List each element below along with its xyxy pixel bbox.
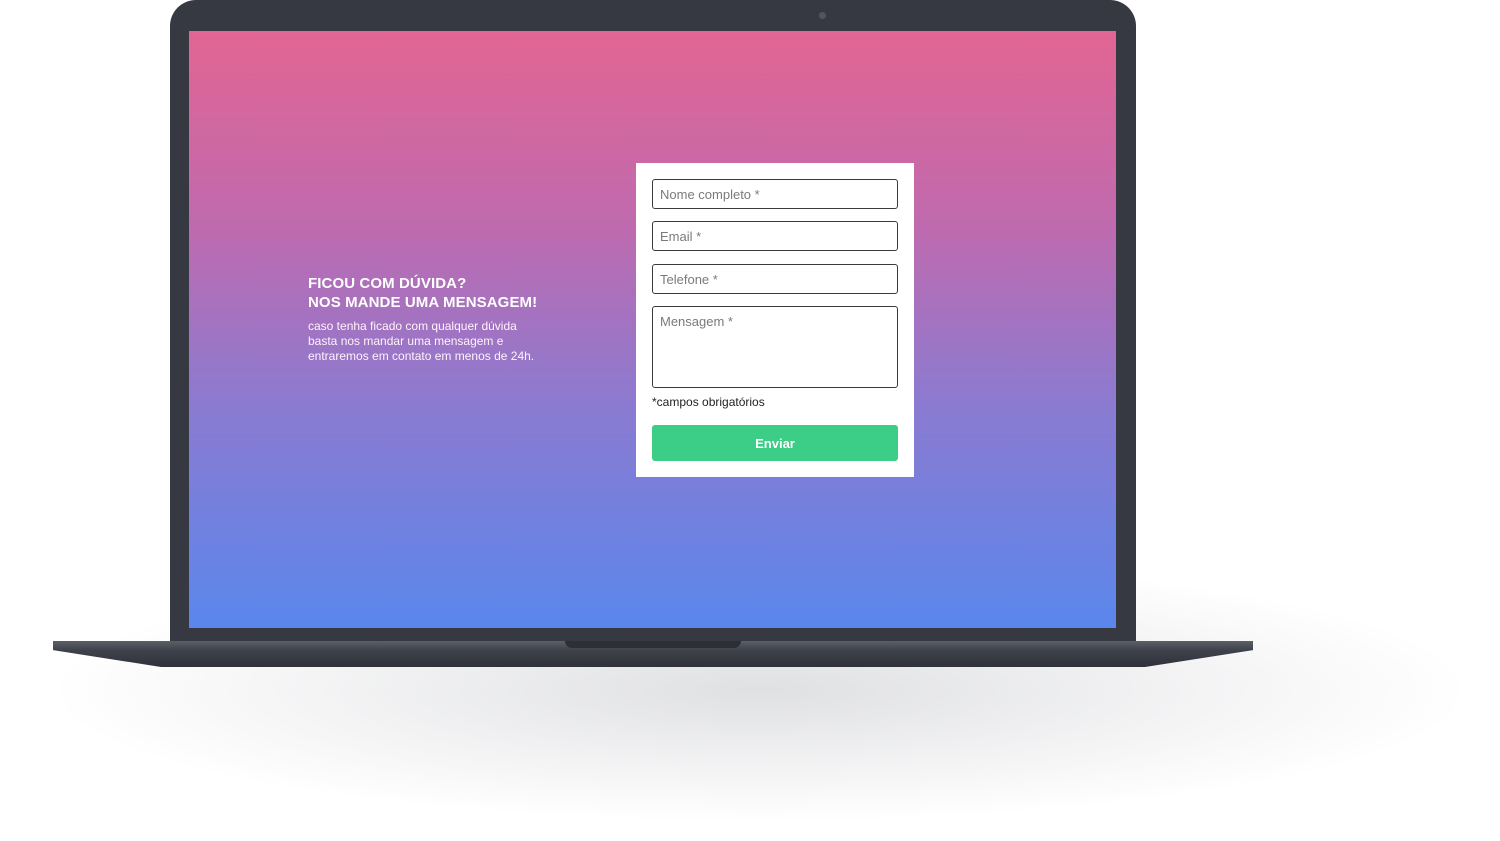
email-field[interactable] <box>652 221 898 251</box>
description-line-3: entraremos em contato em menos de 24h. <box>308 349 535 363</box>
headline-line-2: NOS MANDE UMA MENSAGEM! <box>308 294 538 311</box>
contact-intro: FICOU COM DÚVIDA? NOS MANDE UMA MENSAGEM… <box>308 274 568 364</box>
contact-description: caso tenha ficado com qualquer dúvida ba… <box>308 319 568 364</box>
phone-field[interactable] <box>652 264 898 294</box>
laptop-mockup-scene: FICOU COM DÚVIDA? NOS MANDE UMA MENSAGEM… <box>0 0 1500 841</box>
webcam-icon <box>819 12 826 19</box>
name-field[interactable] <box>652 179 898 209</box>
description-line-1: caso tenha ficado com qualquer dúvida <box>308 319 517 333</box>
laptop-screen: FICOU COM DÚVIDA? NOS MANDE UMA MENSAGEM… <box>189 31 1116 628</box>
contact-form: *campos obrigatórios Enviar <box>636 163 914 477</box>
required-fields-note: *campos obrigatórios <box>652 395 765 409</box>
message-field[interactable] <box>652 306 898 388</box>
contact-headline: FICOU COM DÚVIDA? NOS MANDE UMA MENSAGEM… <box>308 274 568 312</box>
headline-line-1: FICOU COM DÚVIDA? <box>308 275 467 292</box>
description-line-2: basta nos mandar uma mensagem e <box>308 334 504 348</box>
laptop-notch <box>565 641 741 648</box>
submit-button[interactable]: Enviar <box>652 425 898 461</box>
